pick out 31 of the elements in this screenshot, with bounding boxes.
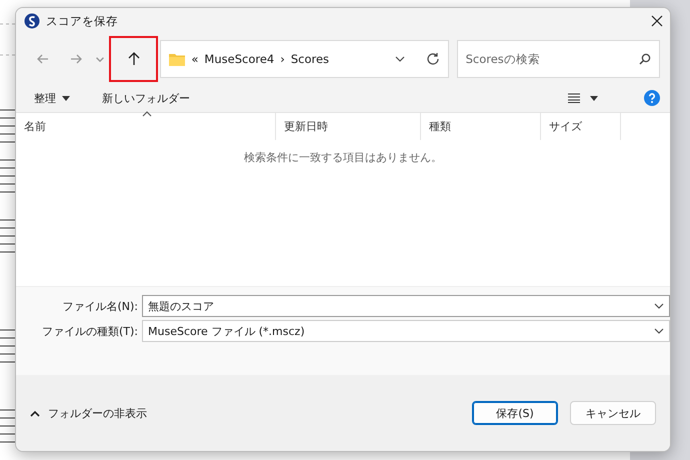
search-icon[interactable] [638,53,651,65]
close-icon[interactable] [650,14,664,28]
address-bar[interactable]: « MuseScore4 › Scores [160,40,449,78]
new-folder-button[interactable]: 新しいフォルダー [100,88,192,108]
empty-list-message: 検索条件に一致する項目はありません。 [244,150,442,165]
chevron-down-icon [96,56,104,62]
chevron-up-icon [30,410,40,416]
folder-icon [169,52,186,66]
field-label: ファイル名(N): [61,298,138,314]
list-view-icon [568,93,580,103]
field-label: ファイルの種類(T): [40,324,138,338]
refresh-icon[interactable] [426,52,440,66]
search-field[interactable]: Scoresの検索 [456,40,660,78]
path-segment[interactable]: MuseScore4 [204,52,274,66]
caret-icon [62,96,70,100]
hide-folders-button[interactable]: フォルダーの非表示 [30,406,460,420]
save-button[interactable]: 保存(S) [472,401,558,425]
caret-icon [590,96,598,100]
file-name-field[interactable]: 無題のスコア [142,295,670,317]
path-separator: › [280,52,285,66]
path-overflow-button[interactable]: « [191,52,198,66]
window-title: スコアを保存 [46,14,119,28]
path-segment[interactable]: Scores [290,52,330,66]
help-icon[interactable] [644,90,660,106]
cancel-button[interactable]: キャンセル [570,401,656,425]
file-type-dropdown[interactable]: MuseScore ファイル (*.mscz) [142,320,670,342]
organize-menu-button[interactable]: 整理 [32,88,72,108]
view-options-button[interactable] [566,91,600,105]
sort-caret-icon [142,111,152,117]
app-logo-icon [24,13,40,29]
up-button[interactable] [109,36,158,82]
